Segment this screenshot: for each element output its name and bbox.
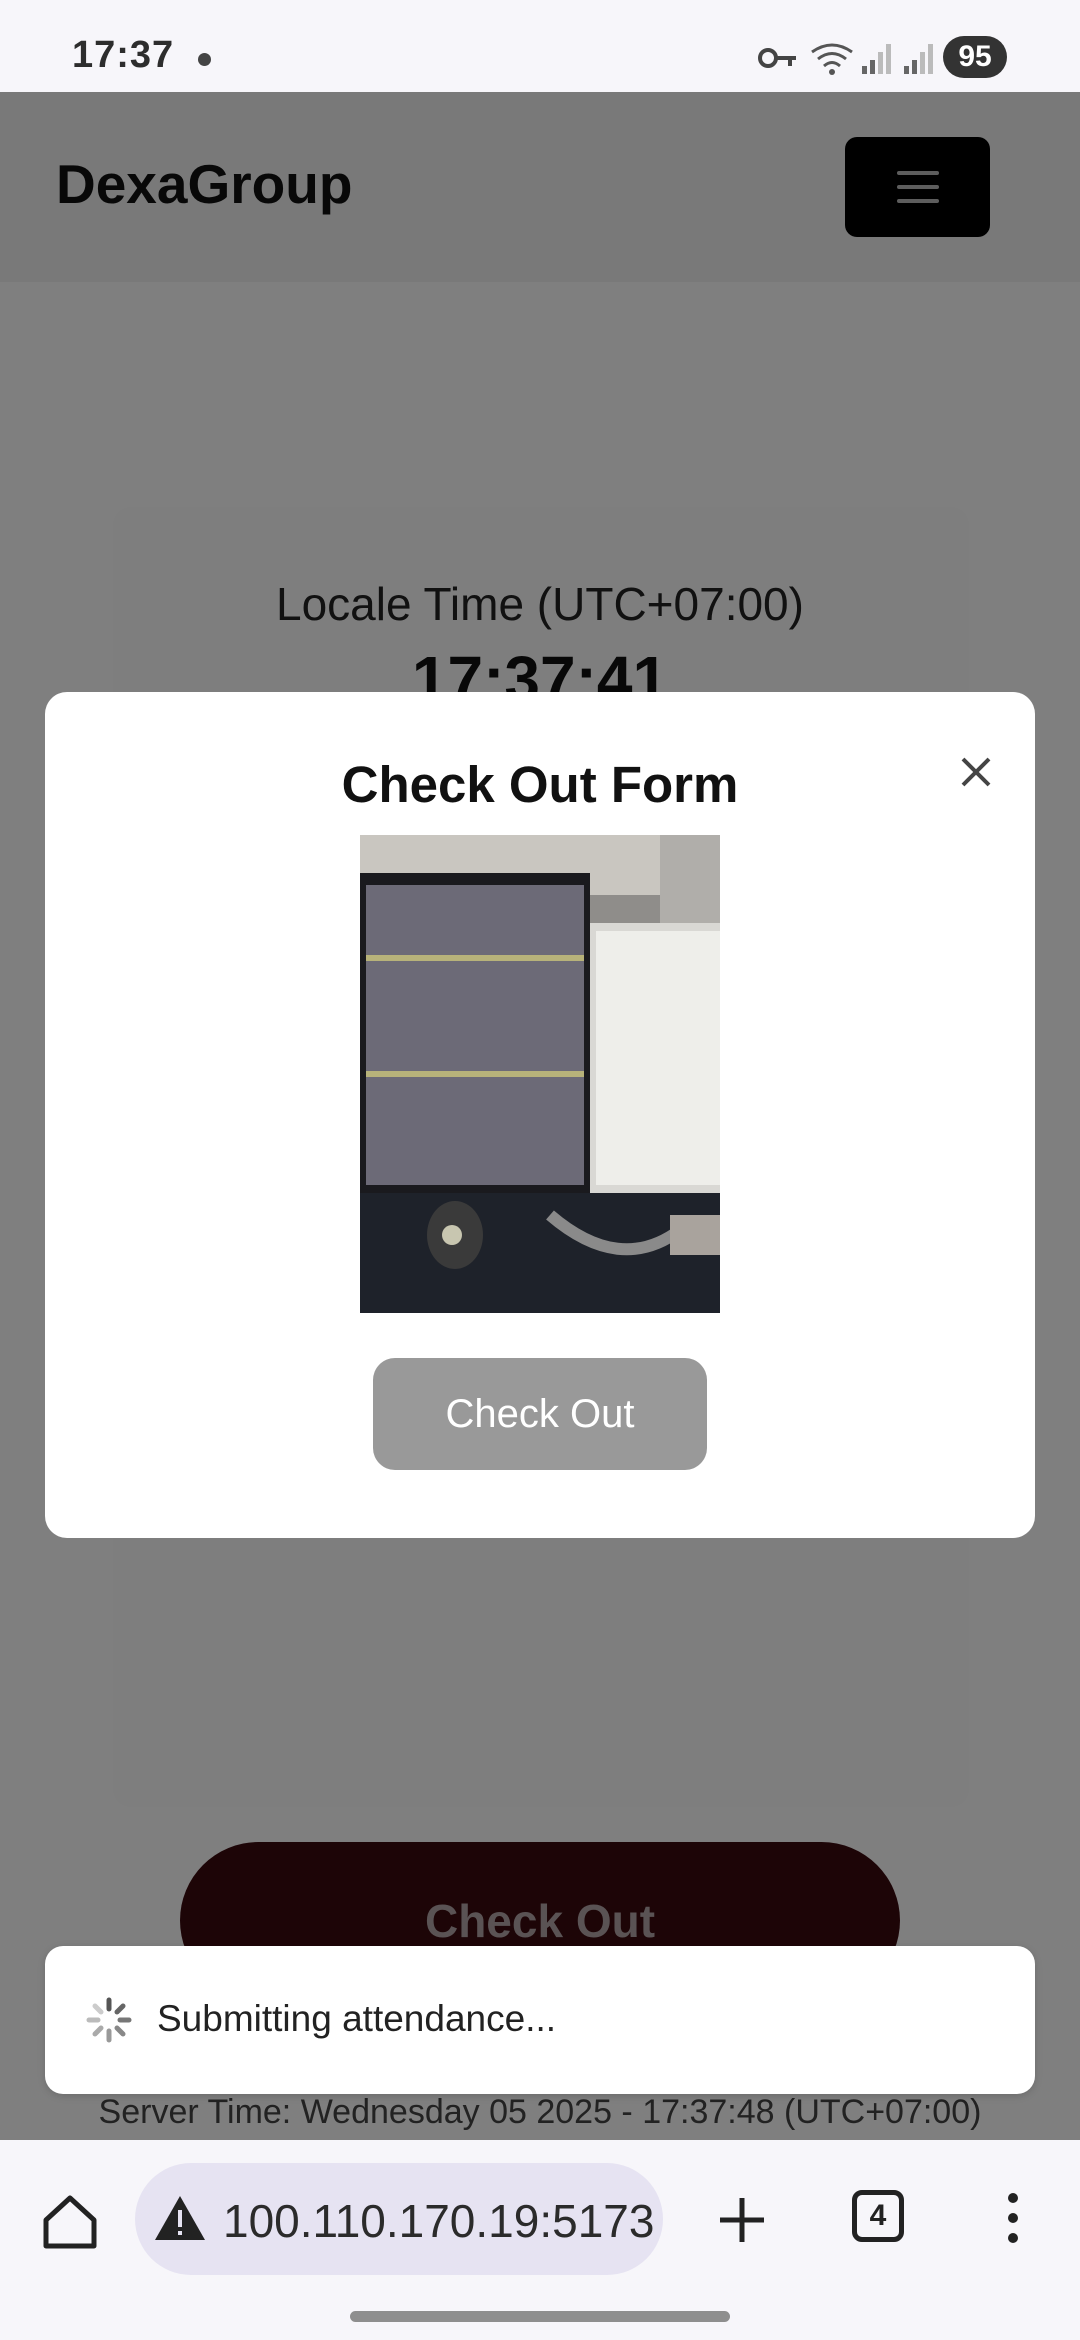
server-time: Server Time: Wednesday 05 2025 - 17:37:4… (98, 2093, 982, 2131)
address-bar[interactable]: 100.110.170.19:5173/d (135, 2163, 663, 2275)
status-time: 17:37 (72, 34, 175, 76)
notification-dot (198, 53, 211, 66)
toast-message: Submitting attendance... (157, 1998, 557, 2039)
url-text[interactable]: 100.110.170.19:5173/d (223, 2194, 653, 2248)
captured-photo (360, 835, 720, 1313)
close-button[interactable] (943, 744, 997, 798)
spinner-icon (86, 1997, 132, 2043)
close-icon (961, 757, 991, 787)
toast-notification: Submitting attendance... (45, 1946, 1035, 2094)
tab-switcher-button[interactable]: 4 (852, 2190, 904, 2242)
status-bar: 17:37 95 (0, 0, 1080, 92)
gesture-bar[interactable] (350, 2311, 730, 2322)
more-options-icon[interactable] (998, 2188, 1028, 2248)
new-tab-icon[interactable] (712, 2190, 772, 2250)
signal-icon (904, 44, 933, 74)
battery-indicator: 95 (943, 36, 1007, 78)
vpn-key-icon (758, 48, 796, 68)
browser-toolbar: 100.110.170.19:5173/d 4 (0, 2140, 1080, 2340)
signal-icon (862, 44, 891, 74)
check-out-modal: Check Out Form Check Out (45, 692, 1035, 1538)
modal-title: Check Out Form (341, 756, 739, 813)
wifi-icon (811, 43, 853, 75)
home-icon[interactable] (38, 2190, 102, 2254)
modal-check-out-button[interactable]: Check Out (373, 1358, 707, 1470)
warning-icon[interactable] (153, 2193, 207, 2243)
